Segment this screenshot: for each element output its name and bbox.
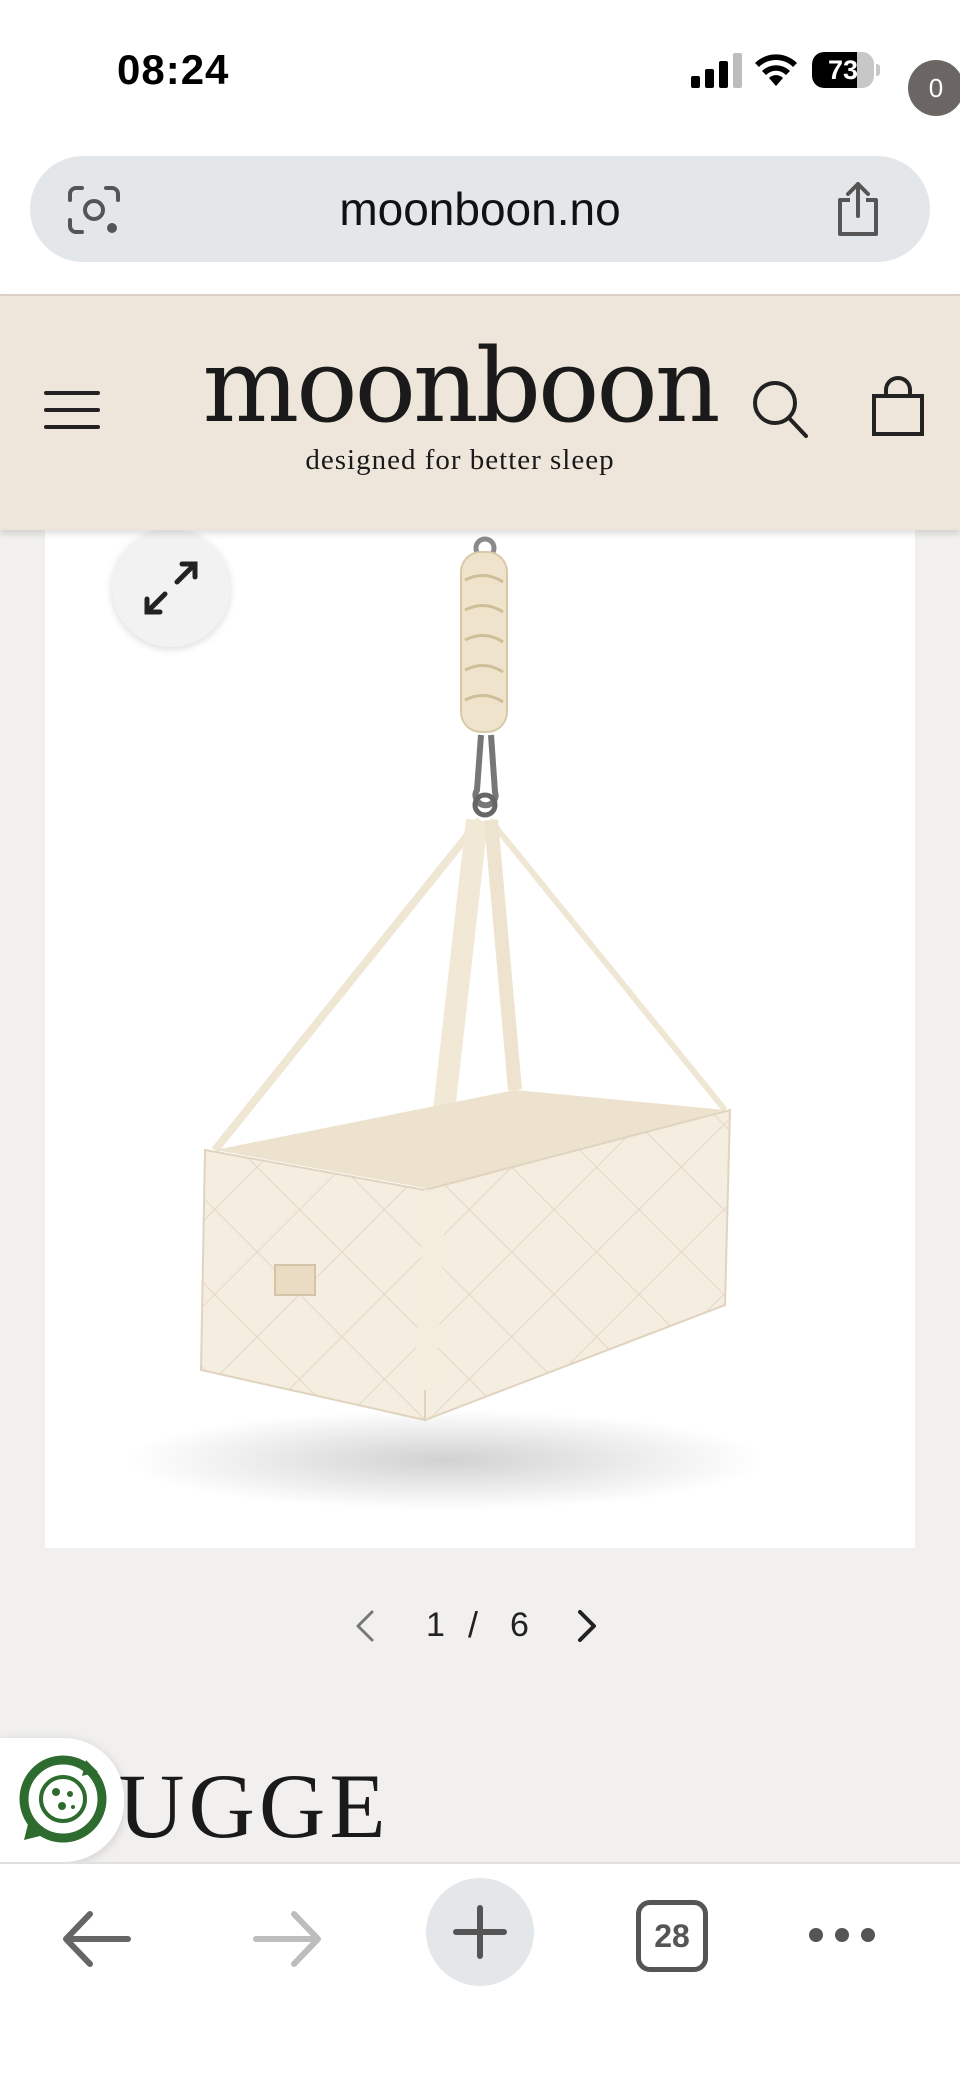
url-text[interactable]: moonboon.no <box>30 156 930 262</box>
pager-current: 1 <box>426 1606 445 1644</box>
recycle-eco-icon <box>19 1755 107 1843</box>
eco-badge[interactable] <box>0 1738 124 1862</box>
status-time: 08:24 <box>117 46 230 93</box>
new-tab-button[interactable] <box>426 1878 534 1986</box>
product-title: UGGE <box>118 1755 390 1857</box>
cart-icon[interactable] <box>870 376 926 436</box>
cart-count-badge[interactable]: 0 <box>908 60 960 116</box>
status-bar: 08:24 73 <box>0 0 960 140</box>
more-icon[interactable] <box>806 1920 878 1950</box>
forward-icon[interactable] <box>250 1904 326 1974</box>
expand-icon <box>144 561 198 615</box>
site-logo[interactable]: moonboon <box>200 336 720 438</box>
gallery-pager: 1 / 6 <box>340 1600 620 1650</box>
pager-separator: / <box>468 1604 479 1645</box>
share-icon[interactable] <box>832 180 884 238</box>
chevron-right-icon[interactable] <box>572 1608 602 1644</box>
signal-icon <box>691 53 742 88</box>
back-icon[interactable] <box>58 1904 134 1974</box>
hamburger-menu-icon[interactable] <box>44 391 100 431</box>
browser-toolbar: 28 <box>0 1862 960 2079</box>
page: 08:24 73 moonboon.no moonboon designed f… <box>0 0 960 2079</box>
url-area: moonboon.no <box>0 140 960 294</box>
lens-icon[interactable] <box>66 184 122 236</box>
address-bar[interactable]: moonboon.no <box>30 156 930 262</box>
battery-cap <box>876 64 880 76</box>
battery-icon: 73 <box>812 52 880 88</box>
battery-percent: 73 <box>827 55 859 85</box>
expand-image-button[interactable] <box>112 529 230 647</box>
battery-body: 73 <box>812 52 874 88</box>
search-icon[interactable] <box>750 378 810 440</box>
pager-total: 6 <box>510 1606 529 1644</box>
site-header: moonboon designed for better sleep <box>0 294 960 530</box>
wifi-icon <box>755 54 797 86</box>
chevron-left-icon[interactable] <box>350 1608 380 1644</box>
tabs-count-button[interactable]: 28 <box>636 1900 708 1972</box>
plus-icon <box>453 1905 507 1959</box>
site-tagline: designed for better sleep <box>305 444 615 476</box>
cradle-image[interactable] <box>45 530 915 1548</box>
